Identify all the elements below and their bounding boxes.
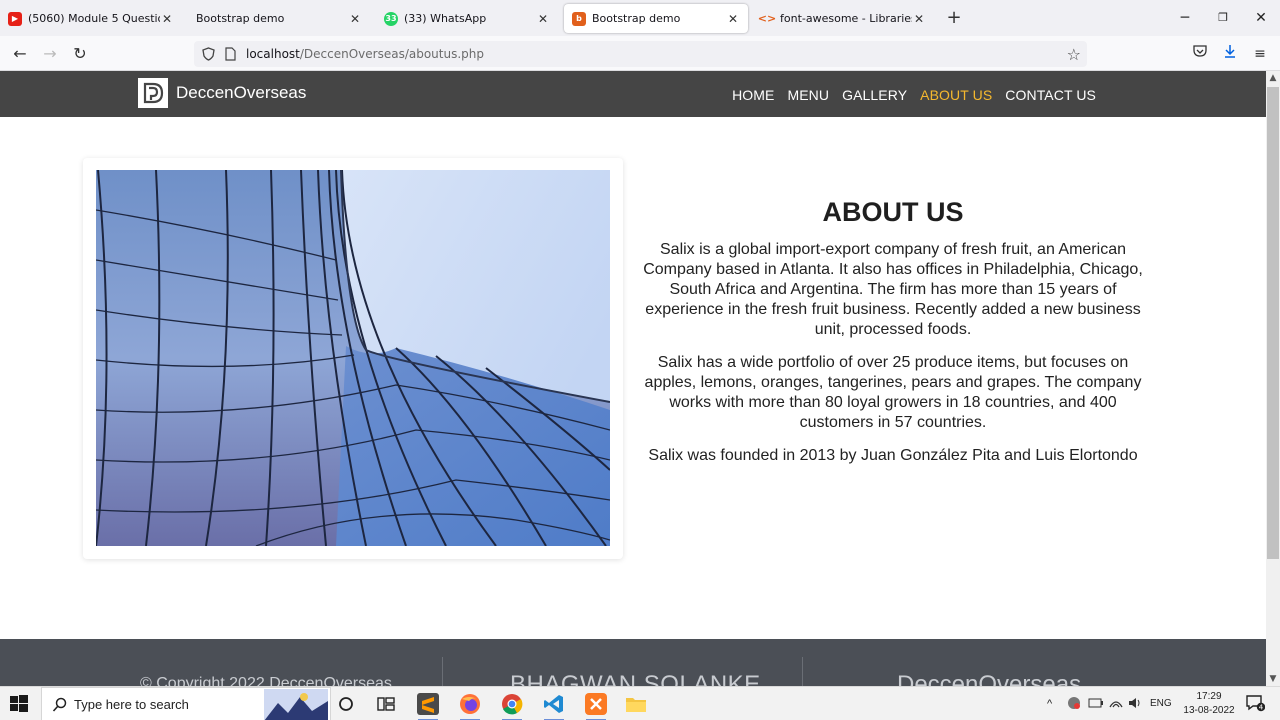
site-navbar: DeccenOverseas HOME MENU GALLERY ABOUT U… [0,71,1266,117]
minimize-button[interactable]: ─ [1170,8,1200,28]
shield-icon[interactable] [200,46,216,62]
nav-contact-us[interactable]: CONTACT US [1005,87,1096,103]
footer-divider [802,657,803,686]
downloads-icon[interactable] [1220,44,1240,64]
cortana-icon[interactable] [334,692,358,716]
search-placeholder: Type here to search [74,696,189,712]
nav-gallery[interactable]: GALLERY [842,87,907,103]
close-window-button[interactable]: ✕ [1246,8,1276,28]
search-highlight-icon [264,689,328,720]
tab-bootstrap-demo[interactable]: Bootstrap demo ✕ [188,4,370,33]
youtube-icon: ▶ [8,11,22,26]
tab-label: (5060) Module 5 Question - Pal [28,12,160,25]
chrome-icon[interactable] [500,692,524,720]
page-icon[interactable] [222,46,238,62]
tab-font-awesome[interactable]: <> font-awesome - Libraries - cdnj ✕ [752,4,934,33]
page-scrollbar[interactable]: ▲ ▼ [1266,71,1280,686]
about-section: ABOUT US Salix is a global import-export… [636,197,1150,479]
footer-copyright: © Copyright 2022 DeccenOverseas [140,675,392,686]
clock-time: 17:29 [1196,691,1222,702]
bootstrap-icon: b [572,11,586,26]
svg-text:4: 4 [1259,704,1264,712]
code-icon: <> [757,12,777,25]
nav-home[interactable]: HOME [732,87,774,103]
notification-center-icon[interactable]: 4 [1245,687,1266,720]
brand-name: DeccenOverseas [176,83,307,102]
footer-divider [442,657,443,686]
file-explorer-icon[interactable] [624,692,648,716]
tab-whatsapp[interactable]: 33 (33) WhatsApp ✕ [376,4,558,33]
close-tab-icon[interactable]: ✕ [536,12,550,26]
address-bar[interactable]: localhost/DeccenOverseas/aboutus.php ☆ [194,41,1087,67]
about-paragraph: Salix has a wide portfolio of over 25 pr… [644,354,1142,431]
tab-youtube[interactable]: ▶ (5060) Module 5 Question - Pal ✕ [0,4,182,33]
close-tab-icon[interactable]: ✕ [912,12,926,26]
site-footer: © Copyright 2022 DeccenOverseas BHAGWAN … [0,639,1266,686]
about-paragraph: Salix is a global import-export company … [643,241,1143,338]
clock-date: 13-08-2022 [1183,705,1235,716]
browser-tab-strip: ▶ (5060) Module 5 Question - Pal ✕ Boots… [0,0,1280,36]
menu-hamburger-icon[interactable]: ≡ [1250,44,1270,64]
scroll-up-arrow-icon[interactable]: ▲ [1266,71,1280,85]
volume-icon[interactable] [1127,687,1143,720]
close-tab-icon[interactable]: ✕ [348,12,362,26]
footer-author: BHAGWAN SOLANKE [510,671,761,686]
windows-taskbar: Type here to search ^ ENG 17:29 13-08-20… [0,686,1280,720]
tab-label: Bootstrap demo [592,12,681,25]
new-tab-button[interactable]: + [944,8,964,28]
wifi-icon[interactable] [1108,687,1124,720]
sublime-text-icon[interactable] [416,692,440,720]
back-button[interactable]: ← [8,42,32,66]
battery-icon[interactable] [1088,687,1104,720]
language-indicator[interactable]: ENG [1150,687,1172,720]
brand-logo-icon [138,78,168,108]
tab-label: font-awesome - Libraries - cdnj [780,12,912,25]
scroll-down-arrow-icon[interactable]: ▼ [1266,672,1280,686]
about-image-card [83,158,623,559]
vscode-icon[interactable] [542,692,566,720]
tab-bootstrap-demo-active[interactable]: b Bootstrap demo ✕ [564,4,748,33]
tab-label: (33) WhatsApp [404,12,487,25]
page-viewport: DeccenOverseas HOME MENU GALLERY ABOUT U… [0,71,1266,686]
tab-label: Bootstrap demo [196,12,285,25]
search-icon [52,697,68,716]
clock[interactable]: 17:29 13-08-2022 [1178,690,1240,718]
site-menu: HOME MENU GALLERY ABOUT US CONTACT US [719,87,1096,103]
pocket-icon[interactable] [1190,44,1210,64]
scroll-thumb[interactable] [1267,87,1279,559]
close-tab-icon[interactable]: ✕ [160,12,174,26]
task-view-icon[interactable] [374,692,398,716]
whatsapp-icon: 33 [384,11,398,26]
about-paragraph: Salix was founded in 2013 by Juan Gonzál… [648,447,1138,464]
taskbar-search-box[interactable]: Type here to search [41,687,331,720]
restore-button[interactable]: ❐ [1208,8,1238,28]
forward-button[interactable]: → [38,42,62,66]
tray-overflow-icon[interactable]: ^ [1047,687,1052,720]
tray-app-icon[interactable] [1066,687,1082,720]
footer-brand: DeccenOverseas [897,671,1082,686]
skyscraper-image [96,170,610,546]
close-tab-icon[interactable]: ✕ [726,12,740,26]
nav-menu[interactable]: MENU [787,87,829,103]
firefox-icon[interactable] [458,692,482,720]
reload-button[interactable]: ↻ [68,42,92,66]
nav-about-us[interactable]: ABOUT US [920,87,992,103]
site-brand[interactable]: DeccenOverseas [138,78,306,108]
about-heading: ABOUT US [822,197,964,227]
bookmark-star-icon[interactable]: ☆ [1067,45,1081,64]
browser-toolbar: ← → ↻ localhost/DeccenOverseas/aboutus.p… [0,36,1280,71]
url-text[interactable]: localhost/DeccenOverseas/aboutus.php [246,47,484,61]
xampp-icon[interactable] [584,692,608,720]
windows-start-icon[interactable] [8,693,30,715]
